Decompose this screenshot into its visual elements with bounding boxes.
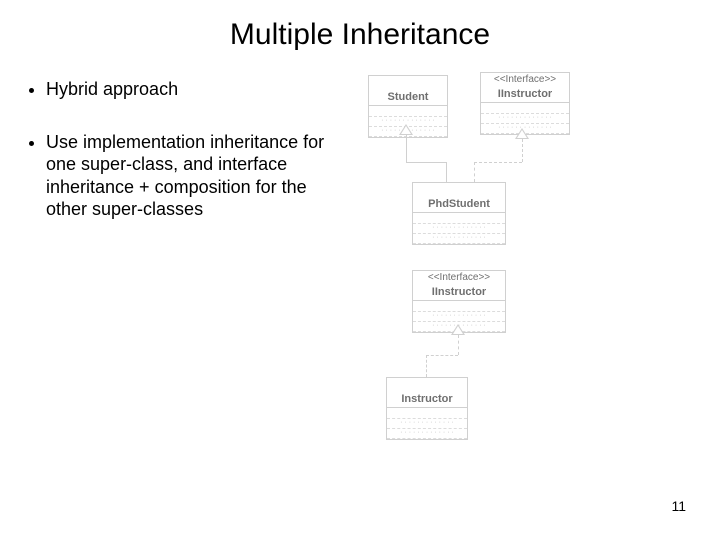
realization-line [522,139,523,162]
uml-class-instructor: Instructor · · · · · · · · · · · · · · ·… [386,377,468,440]
uml-class-name: IInstructor [413,284,505,300]
page-number: 11 [671,498,686,514]
bullet-item-2: Use implementation inheritance for one s… [46,131,333,221]
uml-stereotype: <<Interface>> [481,73,569,86]
bullet-list: Hybrid approach Use implementation inher… [28,78,333,251]
realization-line [458,335,459,355]
realization-arrowhead-icon [515,128,529,139]
inheritance-line [406,162,446,163]
uml-class-phdstudent: PhdStudent · · · · · · · · · · · · · · ·… [412,182,506,245]
bullet-item-1: Hybrid approach [46,78,333,101]
uml-interface-iinstructor-top: <<Interface>> IInstructor · · · · · · · … [480,72,570,135]
inheritance-line [406,135,407,162]
uml-empty-stereo [413,183,505,196]
realization-line [426,355,458,356]
slide-title: Multiple Inheritance [0,18,720,52]
uml-class-name: PhdStudent [413,196,505,212]
uml-class-name: IInstructor [481,86,569,102]
realization-line [474,162,475,182]
uml-class-name: Instructor [387,391,467,407]
uml-empty-stereo [387,378,467,391]
slide: Multiple Inheritance Hybrid approach Use… [0,0,720,540]
realization-arrowhead-icon [451,324,465,335]
inheritance-line [446,162,447,182]
uml-stereotype: <<Interface>> [413,271,505,284]
uml-class-name: Student [369,89,447,105]
inheritance-arrowhead-icon [399,124,413,135]
uml-diagram: Student · · · · · · · · · · · · · · · · … [350,72,695,492]
uml-empty-stereo [369,76,447,89]
realization-line [426,355,427,377]
realization-line [474,162,522,163]
